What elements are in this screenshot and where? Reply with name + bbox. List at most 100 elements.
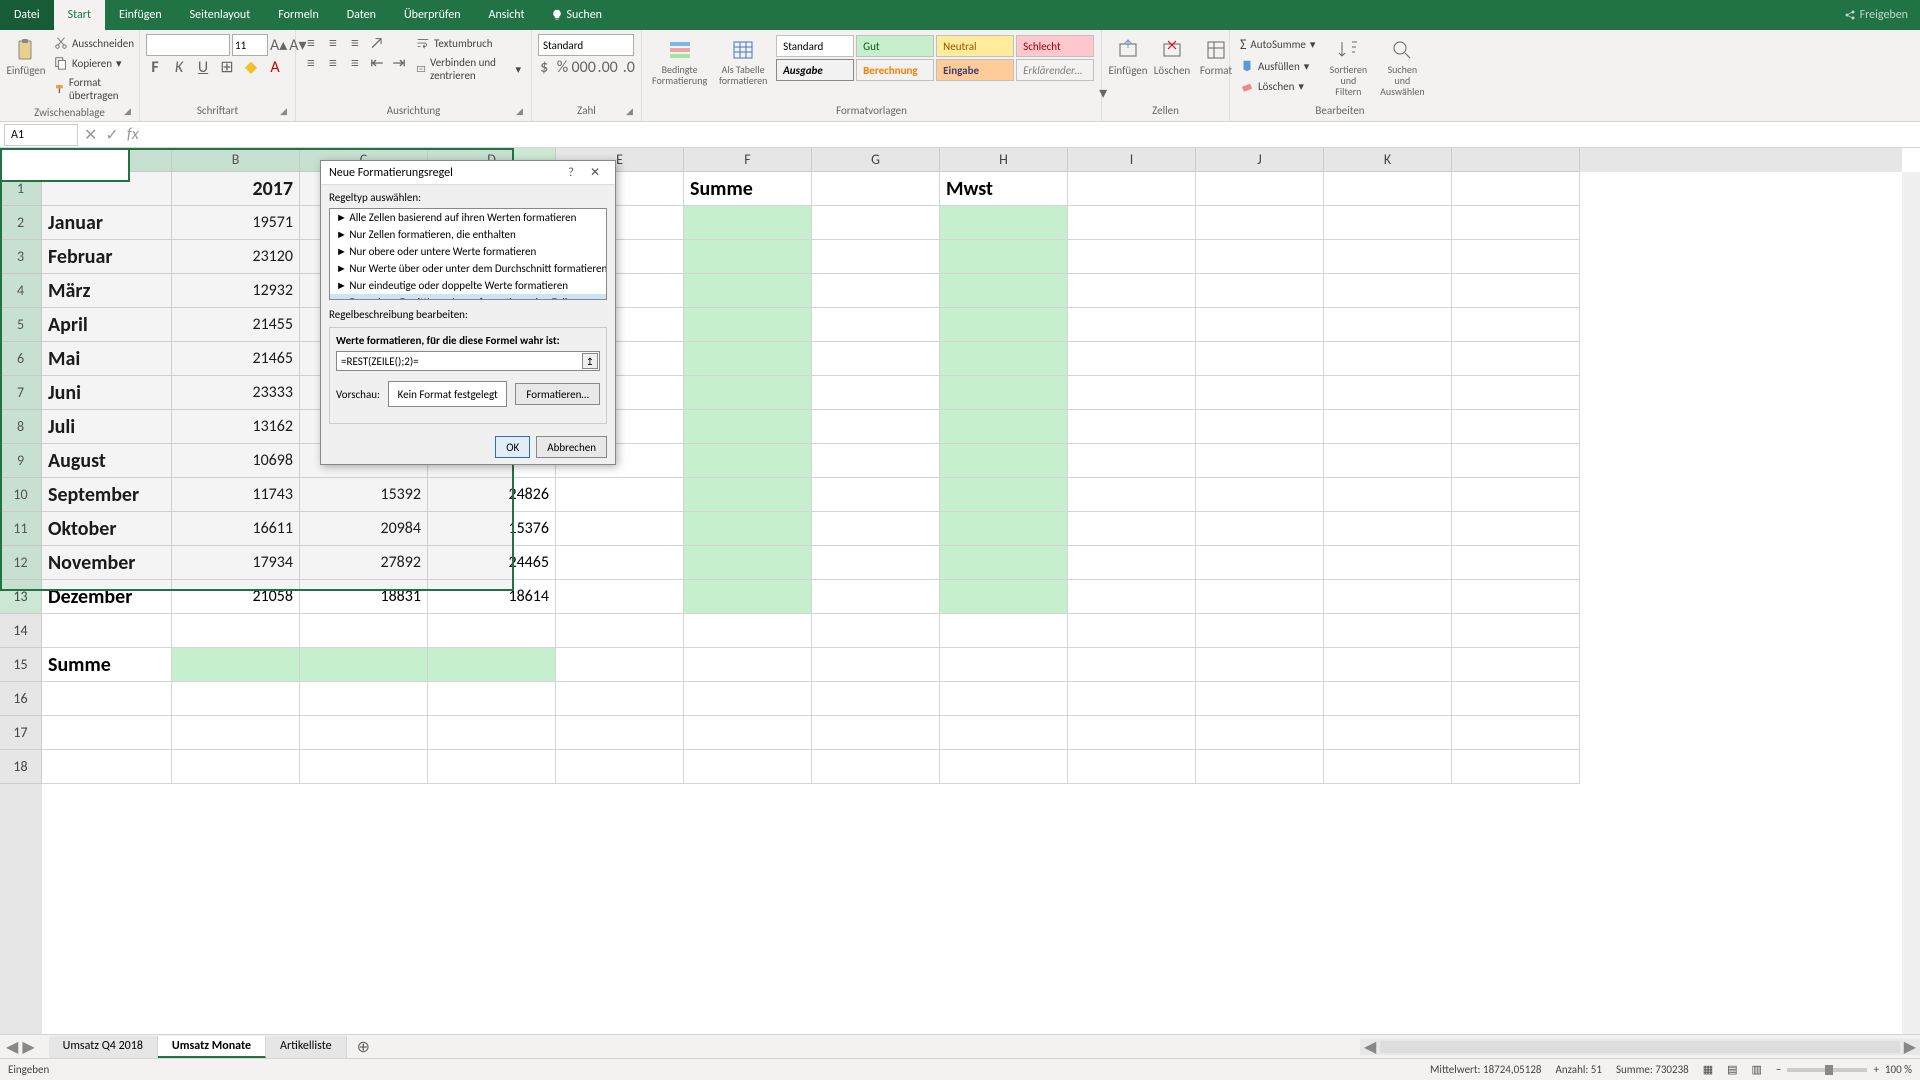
cell[interactable]: Oktober (42, 512, 172, 546)
cell[interactable] (1324, 410, 1452, 444)
row-header[interactable]: 1 (0, 172, 42, 206)
cell[interactable]: 16611 (172, 512, 300, 546)
cell[interactable]: Juni (42, 376, 172, 410)
cell[interactable]: 20984 (300, 512, 428, 546)
insert-cells-button[interactable]: Einfügen (1108, 34, 1148, 102)
sheet-nav-prev[interactable]: ◀ (6, 1037, 18, 1057)
cell[interactable] (1068, 410, 1196, 444)
cell[interactable] (1196, 648, 1324, 682)
add-sheet-button[interactable]: ⊕ (347, 1037, 380, 1057)
cell[interactable] (300, 648, 428, 682)
cell[interactable]: 15392 (300, 478, 428, 512)
cell[interactable] (1452, 546, 1580, 580)
cell[interactable] (42, 682, 172, 716)
cell[interactable] (556, 512, 684, 546)
cell[interactable] (1452, 512, 1580, 546)
rule-item[interactable]: ► Nur Zellen formatieren, die enthalten (330, 226, 606, 243)
style-neutral[interactable]: Neutral (936, 35, 1014, 57)
row-header[interactable]: 12 (0, 546, 42, 580)
cell[interactable] (1068, 308, 1196, 342)
rule-type-list[interactable]: ► Alle Zellen basierend auf ihren Werten… (329, 208, 607, 300)
cell[interactable] (812, 410, 940, 444)
grow-font-button[interactable]: A▴ (270, 36, 287, 54)
clipboard-launcher[interactable]: ◢ (124, 106, 136, 118)
cell[interactable] (812, 376, 940, 410)
align-bottom-button[interactable]: ≡ (346, 34, 364, 52)
cell[interactable] (1452, 410, 1580, 444)
cell[interactable] (940, 478, 1068, 512)
cell[interactable] (1068, 342, 1196, 376)
cell[interactable] (1324, 478, 1452, 512)
row-header[interactable]: 4 (0, 274, 42, 308)
row-header[interactable]: 14 (0, 614, 42, 648)
col-header-g[interactable]: G (812, 148, 940, 172)
cell[interactable] (556, 682, 684, 716)
cell[interactable] (1452, 750, 1580, 784)
cell[interactable] (428, 648, 556, 682)
cell[interactable] (428, 614, 556, 648)
cell[interactable] (1196, 410, 1324, 444)
col-header-f[interactable]: F (684, 148, 812, 172)
cell[interactable]: Februar (42, 240, 172, 274)
cell[interactable]: 24826 (428, 478, 556, 512)
cell[interactable] (1452, 478, 1580, 512)
name-box[interactable] (4, 124, 78, 146)
copy-button[interactable]: Kopieren ▾ (50, 54, 138, 72)
cell[interactable]: 18614 (428, 580, 556, 614)
cell[interactable] (1196, 240, 1324, 274)
rule-formula-input[interactable] (336, 351, 600, 371)
currency-button[interactable]: $ (538, 58, 550, 76)
rule-item[interactable]: ► Nur eindeutige oder doppelte Werte for… (330, 277, 606, 294)
cell[interactable] (172, 750, 300, 784)
cell[interactable] (42, 716, 172, 750)
cell[interactable] (1196, 478, 1324, 512)
formula-input[interactable] (145, 128, 1920, 142)
cell[interactable] (684, 308, 812, 342)
cell[interactable] (940, 342, 1068, 376)
cell[interactable] (1452, 376, 1580, 410)
row-header[interactable]: 17 (0, 716, 42, 750)
tab-ansicht[interactable]: Ansicht (475, 0, 539, 30)
cell[interactable] (1324, 682, 1452, 716)
cell[interactable] (684, 206, 812, 240)
cell[interactable] (940, 444, 1068, 478)
cell[interactable] (1068, 716, 1196, 750)
zoom-slider[interactable] (1787, 1068, 1867, 1072)
sheet-tab-2[interactable]: Artikelliste (266, 1036, 347, 1058)
cell[interactable] (1324, 240, 1452, 274)
cell[interactable] (940, 274, 1068, 308)
cell[interactable] (1196, 274, 1324, 308)
clear-button[interactable]: Löschen ▾ (1236, 77, 1319, 95)
zoom-out-button[interactable]: − (1776, 1063, 1781, 1076)
select-all-corner[interactable] (0, 148, 42, 172)
style-ausgabe[interactable]: Ausgabe (776, 59, 854, 81)
cell[interactable]: 23120 (172, 240, 300, 274)
cell[interactable]: 18831 (300, 580, 428, 614)
col-header-j[interactable]: J (1196, 148, 1324, 172)
bold-button[interactable]: F (146, 58, 164, 76)
zoom-level[interactable]: 100 % (1885, 1063, 1912, 1076)
cell[interactable] (812, 308, 940, 342)
cell[interactable]: Summe (684, 172, 812, 206)
cell[interactable] (1068, 750, 1196, 784)
border-button[interactable]: ⊞ (218, 58, 236, 76)
cell[interactable] (1324, 580, 1452, 614)
row-header[interactable]: 18 (0, 750, 42, 784)
indent-dec-button[interactable]: ⇤ (368, 54, 386, 72)
cell[interactable] (1068, 614, 1196, 648)
cell[interactable] (1068, 512, 1196, 546)
row-header[interactable]: 15 (0, 648, 42, 682)
cell[interactable] (1068, 376, 1196, 410)
tell-me-search[interactable]: Suchen (551, 0, 602, 30)
cell[interactable] (42, 172, 172, 206)
cell[interactable] (1196, 512, 1324, 546)
cell[interactable] (940, 682, 1068, 716)
cell[interactable] (684, 648, 812, 682)
cell[interactable]: Juli (42, 410, 172, 444)
cell[interactable]: Dezember (42, 580, 172, 614)
cell[interactable] (42, 614, 172, 648)
cell[interactable] (1324, 648, 1452, 682)
cell[interactable] (1068, 444, 1196, 478)
row-header[interactable]: 9 (0, 444, 42, 478)
style-erklaerender[interactable]: Erklärender… (1016, 59, 1094, 81)
